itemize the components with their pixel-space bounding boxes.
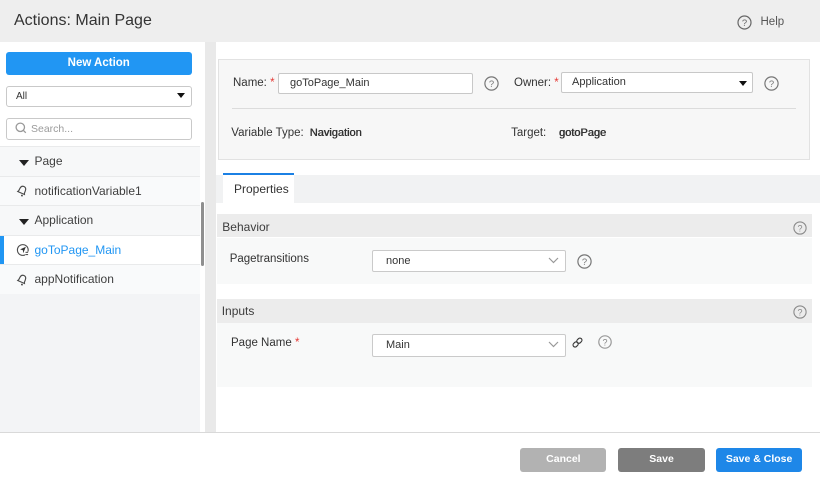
svg-text:?: ? xyxy=(488,79,493,90)
svg-text:?: ? xyxy=(602,337,607,347)
svg-text:?: ? xyxy=(581,257,586,268)
svg-text:?: ? xyxy=(797,223,802,233)
svg-text:?: ? xyxy=(769,79,774,90)
svg-text:?: ? xyxy=(742,18,747,29)
svg-text:?: ? xyxy=(797,307,802,317)
